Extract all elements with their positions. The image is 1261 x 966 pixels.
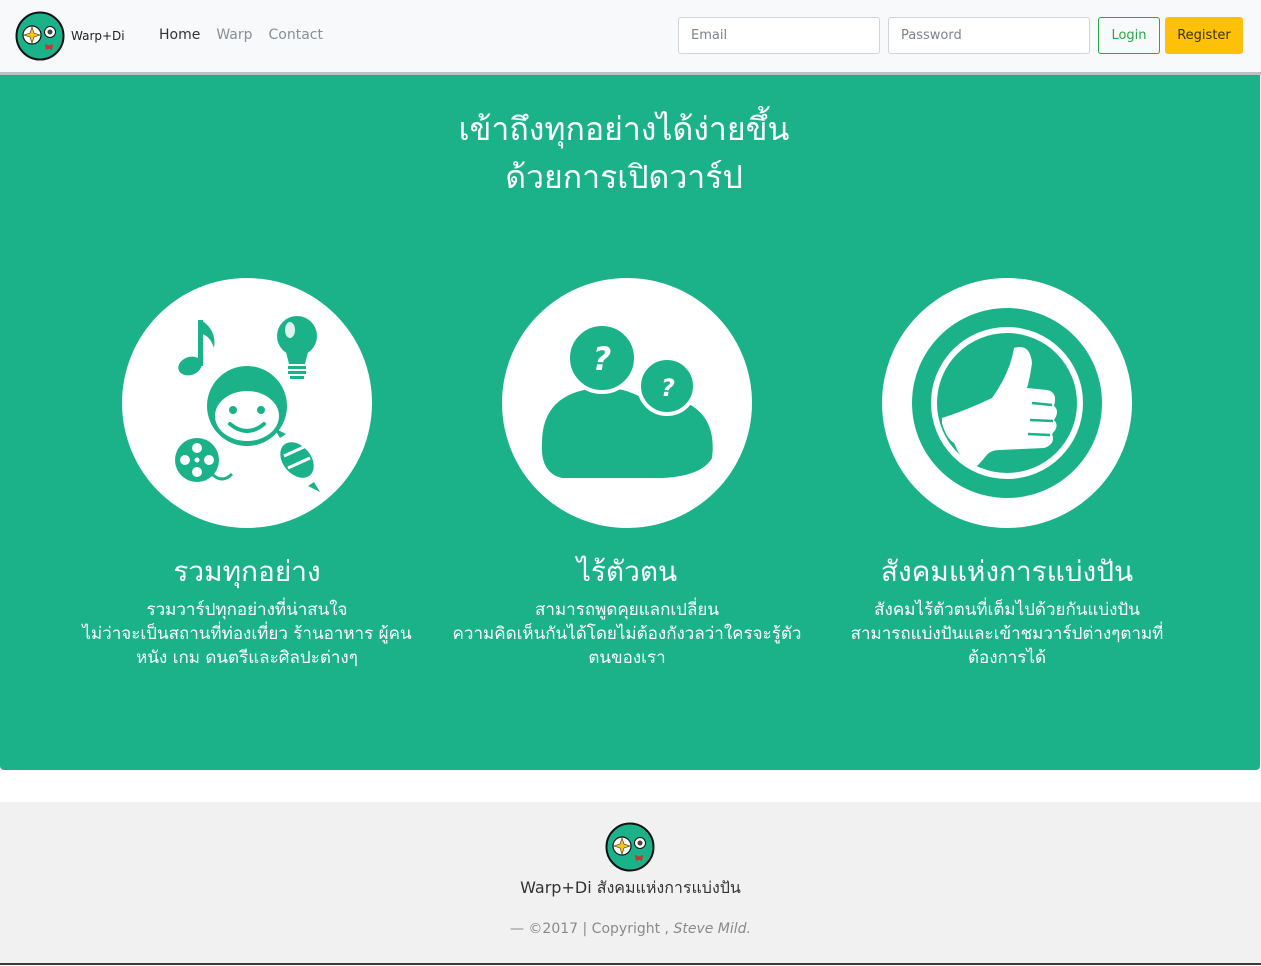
feature-desc-line: ตนของเรา bbox=[588, 648, 666, 668]
brand[interactable]: Warp+Di bbox=[15, 11, 125, 61]
feature-title: รวมทุกอย่าง bbox=[173, 555, 321, 588]
copyright-text: — ©2017 | Copyright , bbox=[509, 921, 669, 937]
smiley-face-icon bbox=[207, 366, 287, 446]
film-reel-icon bbox=[175, 438, 234, 482]
hero-title-line2: ด้วยการเปิดวาร์ป bbox=[505, 158, 743, 196]
feature-description: รวมวาร์ปทุกอย่างที่น่าสนใจ ไม่ว่าจะเป็นส… bbox=[67, 598, 427, 670]
hero-title: เข้าถึงทุกอย่างได้ง่ายขึ้น ด้วยการเปิดวา… bbox=[0, 105, 1248, 201]
warpdi-logo-icon bbox=[15, 11, 65, 61]
register-button[interactable]: Register bbox=[1165, 17, 1243, 54]
feature-title: ไร้ตัวตน bbox=[576, 555, 678, 588]
footer-site-name: Warp+Di สังคมแห่งการแบ่งปัน bbox=[520, 878, 741, 897]
nav-home-link[interactable]: Home bbox=[159, 27, 200, 43]
feature-everything: รวมทุกอย่าง รวมวาร์ปทุกอย่างที่น่าสนใจ ไ… bbox=[67, 278, 427, 670]
lightbulb-icon bbox=[277, 316, 317, 379]
feature-description: สังคมไร้ตัวตนที่เต็มไปด้วยกันแบ่งปัน สาม… bbox=[827, 598, 1187, 670]
nav-warp-link[interactable]: Warp bbox=[216, 27, 252, 43]
nav-contact-link[interactable]: Contact bbox=[269, 27, 323, 43]
feature-title: สังคมแห่งการแบ่งปัน bbox=[880, 555, 1134, 588]
feature-description: สามารถพูดคุยแลกเปลี่ยน ความคิดเห็นกันได้… bbox=[447, 598, 807, 670]
feature-desc-line: หนัง เกม ดนตรีและศิลปะต่างๆ bbox=[136, 648, 358, 668]
hero-section: เข้าถึงทุกอย่างได้ง่ายขึ้น ด้วยการเปิดวา… bbox=[0, 75, 1260, 770]
feature-desc-line: ไม่ว่าจะเป็นสถานที่ท่องเที่ยว ร้านอาหาร … bbox=[82, 624, 412, 644]
hero-title-line1: เข้าถึงทุกอย่างได้ง่ายขึ้น bbox=[458, 110, 790, 148]
svg-text:?: ? bbox=[661, 374, 675, 402]
candy-icon bbox=[274, 428, 320, 492]
footer-copyright: — ©2017 | Copyright , Steve Mild. bbox=[0, 921, 1261, 937]
thumbs-up-icon bbox=[912, 308, 1102, 498]
feature-desc-line: สามารถแบ่งปันและเข้าชมวาร์ปต่างๆตามที่ bbox=[850, 624, 1164, 644]
feature-icon-circle bbox=[882, 278, 1132, 528]
email-input[interactable] bbox=[678, 17, 880, 54]
login-button[interactable]: Login bbox=[1098, 17, 1160, 54]
navbar: Warp+Di Home Warp Contact Login Register bbox=[0, 0, 1261, 75]
brand-name: Warp+Di bbox=[71, 29, 125, 43]
feature-anonymous: ? ? ไร้ตัวตน สามารถพูดคุยแลกเปลี่ยน ความ… bbox=[447, 278, 807, 670]
feature-desc-line: สังคมไร้ตัวตนที่เต็มไปด้วยกันแบ่งปัน bbox=[874, 600, 1140, 620]
password-input[interactable] bbox=[888, 17, 1090, 54]
svg-text:?: ? bbox=[593, 340, 612, 378]
feature-desc-line: ต้องการได้ bbox=[967, 648, 1047, 668]
feature-icon-circle: ? ? bbox=[502, 278, 752, 528]
music-note-icon bbox=[178, 320, 215, 376]
entertainment-icon bbox=[175, 316, 320, 492]
feature-icon-circle bbox=[122, 278, 372, 528]
feature-sharing: สังคมแห่งการแบ่งปัน สังคมไร้ตัวตนที่เต็ม… bbox=[827, 278, 1187, 670]
anonymous-people-icon: ? ? bbox=[541, 322, 713, 478]
copyright-author: Steve Mild. bbox=[673, 921, 751, 937]
feature-desc-line: ความคิดเห็นกันได้โดยไม่ต้องกังวลว่าใครจะ… bbox=[452, 624, 802, 644]
warpdi-logo-icon bbox=[605, 822, 655, 872]
feature-desc-line: สามารถพูดคุยแลกเปลี่ยน bbox=[535, 600, 719, 620]
nav-links: Home Warp Contact bbox=[159, 27, 339, 43]
feature-desc-line: รวมวาร์ปทุกอย่างที่น่าสนใจ bbox=[146, 600, 348, 620]
footer: Warp+Di สังคมแห่งการแบ่งปัน — ©2017 | Co… bbox=[0, 802, 1261, 965]
